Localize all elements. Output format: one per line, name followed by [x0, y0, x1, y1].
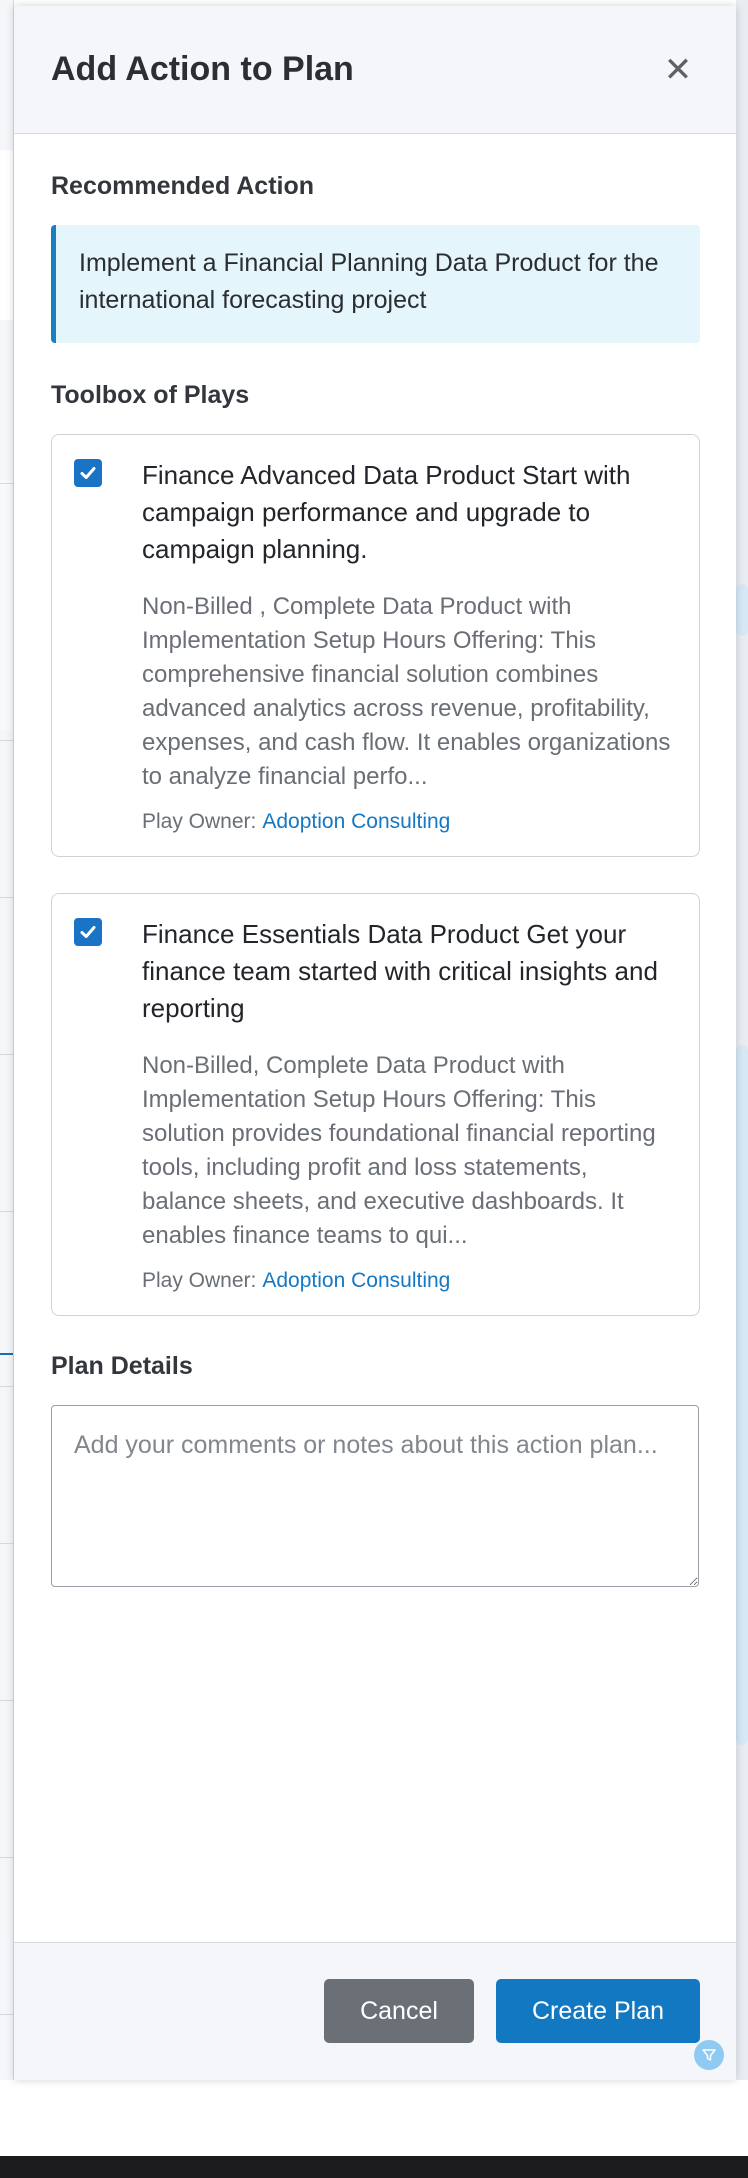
- cancel-button[interactable]: Cancel: [324, 1979, 474, 2043]
- background-divider: [0, 1543, 13, 1544]
- background-panel: [0, 150, 13, 320]
- play-checkbox[interactable]: [74, 918, 102, 946]
- play-card: Finance Essentials Data Product Get your…: [51, 893, 700, 1316]
- background-divider: [0, 1386, 13, 1387]
- modal-footer: Cancel Create Plan: [14, 1942, 736, 2080]
- play-content: Finance Essentials Data Product Get your…: [142, 916, 675, 1293]
- background-scroll-track: [736, 0, 748, 2080]
- bottom-system-bar: [0, 2156, 748, 2178]
- plan-details-label: Plan Details: [51, 1352, 193, 1380]
- background-divider: [0, 483, 13, 484]
- background-app: [0, 0, 14, 2080]
- background-divider: [0, 1700, 13, 1701]
- play-owner-link[interactable]: Adoption Consulting: [262, 810, 450, 833]
- play-owner-label: Play Owner:: [142, 1269, 257, 1292]
- create-plan-button[interactable]: Create Plan: [496, 1979, 700, 2043]
- add-action-modal: Add Action to Plan ✕ Recommended Action …: [14, 6, 736, 2080]
- play-owner-label: Play Owner:: [142, 810, 257, 833]
- modal-title: Add Action to Plan: [51, 50, 354, 88]
- background-divider: [0, 897, 13, 898]
- background-divider: [0, 740, 13, 741]
- background-divider: [0, 1054, 13, 1055]
- checkmark-icon: [80, 467, 96, 479]
- play-description: Non-Billed, Complete Data Product with I…: [142, 1052, 656, 1249]
- background-divider: [0, 2014, 13, 2015]
- funnel-icon: [702, 2049, 716, 2061]
- play-owner: Play Owner: Adoption Consulting: [142, 1269, 675, 1293]
- background-active-underline: [0, 1353, 13, 1355]
- background-divider: [0, 1857, 13, 1858]
- play-title: Finance Essentials Data Product Get your…: [142, 919, 658, 1023]
- recommended-action-label: Recommended Action: [51, 172, 315, 200]
- play-description: Non-Billed , Complete Data Product with …: [142, 593, 671, 790]
- play-title: Finance Advanced Data Product Start with…: [142, 460, 631, 564]
- filter-icon[interactable]: [694, 2040, 724, 2070]
- play-content: Finance Advanced Data Product Start with…: [142, 457, 675, 834]
- background-scroll-indicator[interactable]: [736, 1045, 748, 1745]
- background-scroll-indicator: [736, 584, 748, 636]
- recommended-action-text: Implement a Financial Planning Data Prod…: [51, 225, 700, 343]
- close-icon[interactable]: ✕: [658, 53, 698, 87]
- page: Add Action to Plan ✕ Recommended Action …: [0, 0, 748, 2178]
- play-card: Finance Advanced Data Product Start with…: [51, 434, 700, 857]
- modal-body: Recommended Action Implement a Financial…: [14, 134, 736, 1942]
- modal-header: Add Action to Plan ✕: [14, 6, 736, 134]
- play-checkbox[interactable]: [74, 459, 102, 487]
- play-owner-link[interactable]: Adoption Consulting: [262, 1269, 450, 1292]
- background-panel: [0, 480, 13, 730]
- toolbox-label: Toolbox of Plays: [51, 381, 250, 409]
- play-owner: Play Owner: Adoption Consulting: [142, 810, 675, 834]
- checkmark-icon: [80, 926, 96, 938]
- background-divider: [0, 1211, 13, 1212]
- plan-details-textarea[interactable]: [51, 1405, 699, 1587]
